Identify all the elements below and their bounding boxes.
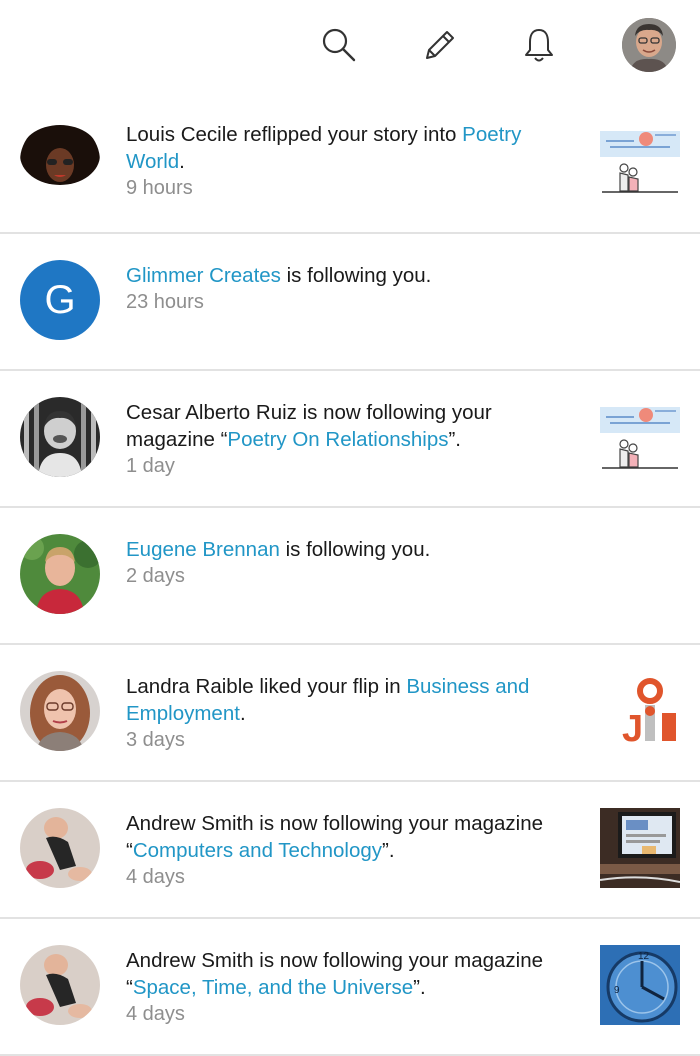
timestamp: 3 days [126,729,185,751]
notifications-feed: Louis Cecile reflipped your story into P… [0,94,700,1056]
notification-text-end: ”. [448,428,462,451]
man-avatar [20,534,100,614]
woman-avatar [20,671,100,751]
magazine-link[interactable]: Space, Time, and the Universe [133,976,413,999]
pencil-icon [426,31,454,59]
toddler-avatar [20,945,100,1025]
notification-text-end: . [179,150,185,173]
story-thumbnail[interactable]: 9 12 [600,945,680,1025]
top-bar [0,0,700,94]
magazine-link[interactable]: Computers and Technology [133,839,382,862]
notification-row[interactable]: Landra Raible liked your flip in Busines… [0,645,700,782]
timestamp: 4 days [126,866,185,888]
avatar[interactable]: G [20,260,100,340]
notification-row[interactable]: Louis Cecile reflipped your story into P… [0,94,700,234]
user-link[interactable]: Eugene Brennan [126,538,280,561]
user-link[interactable]: Glimmer Creates [126,264,281,287]
notification-text-end: ”. [382,839,395,862]
story-thumbnail[interactable] [600,397,680,477]
svg-text:12: 12 [638,951,650,962]
notification-row[interactable]: Eugene Brennan is following you. 2 days [0,508,700,645]
timestamp: 4 days [126,1003,185,1025]
avatar[interactable] [20,397,100,477]
timestamp: 23 hours [126,291,204,313]
computer-thumbnail [600,808,680,888]
story-thumbnail[interactable] [600,121,680,201]
poetry-thumbnail [600,121,680,201]
search-icon [322,28,356,62]
notifications-button[interactable] [516,22,562,68]
story-thumbnail[interactable]: J [600,671,680,751]
notification-row[interactable]: Andrew Smith is now following your magaz… [0,919,700,1056]
clock-thumbnail: 9 12 [600,945,680,1025]
avatar[interactable] [20,671,100,751]
toddler-avatar [20,808,100,888]
svg-text:J: J [622,708,643,750]
notification-row[interactable]: G Glimmer Creates is following you. 23 h… [0,234,700,371]
timestamp: 9 hours [126,177,193,199]
profile-avatar[interactable] [622,18,676,72]
notification-text-end: . [239,702,246,725]
avatar[interactable] [20,945,100,1025]
poetry-thumbnail [600,397,680,477]
bell-icon [525,29,553,62]
job-thumbnail: J [600,671,680,751]
timestamp: 1 day [126,455,175,477]
notification-text: Louis Cecile reflipped your story into [126,123,463,146]
story-thumbnail[interactable] [600,808,680,888]
avatar-letter: G [44,277,76,322]
notification-row[interactable]: Andrew Smith is now following your magaz… [0,782,700,919]
svg-text:9: 9 [614,985,620,996]
timestamp: 2 days [126,565,185,587]
avatar[interactable] [20,121,100,201]
notification-text: is following you. [279,538,431,561]
notification-text: is following you. [280,264,432,287]
magazine-link[interactable]: Poetry On Relationships [227,428,448,451]
avatar[interactable] [20,534,100,614]
avatar[interactable] [20,808,100,888]
compose-button[interactable] [416,22,462,68]
notification-text: Landra Raible liked your flip in [126,675,407,698]
notification-row[interactable]: Cesar Alberto Ruiz is now following your… [0,371,700,508]
search-button[interactable] [316,22,362,68]
afro-avatar [20,121,100,201]
notification-text-end: ”. [413,976,426,999]
child-avatar [20,397,100,477]
